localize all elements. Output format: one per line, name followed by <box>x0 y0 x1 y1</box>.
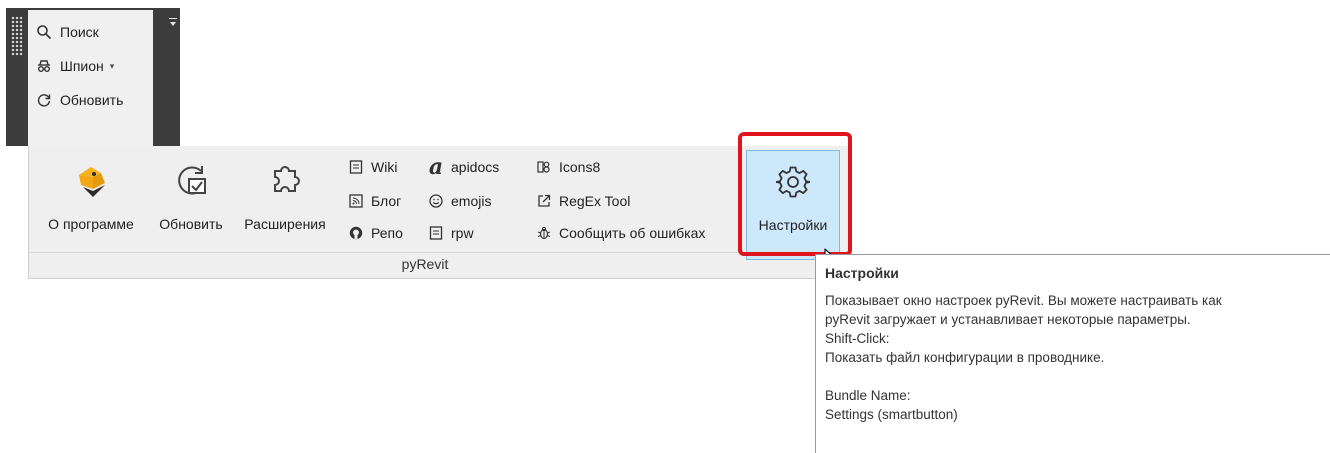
pyrevit-logo-icon <box>71 146 111 216</box>
smiley-icon <box>427 194 445 208</box>
apidocs-label: apidocs <box>451 159 500 175</box>
extensions-label: Расширения <box>244 216 326 232</box>
puzzle-icon <box>265 146 305 216</box>
regex-tool-link[interactable]: RegEx Tool <box>535 190 630 212</box>
script-a-icon: a <box>428 154 444 180</box>
search-label: Поиск <box>60 24 99 40</box>
pyrevit-ribbon-panel: О программе Обновить Расширения Wiki Бло… <box>28 146 852 279</box>
document-icon <box>347 160 365 174</box>
about-button[interactable]: О программе <box>33 146 149 254</box>
refresh-button[interactable]: Обновить <box>34 88 123 112</box>
update-icon <box>171 146 211 216</box>
rss-icon <box>347 194 365 208</box>
bug-icon <box>535 226 553 240</box>
spy-label: Шпион <box>60 58 104 74</box>
rpw-label: rpw <box>451 225 474 241</box>
document-icon <box>427 226 445 240</box>
icons8-icon <box>535 160 553 174</box>
wiki-link[interactable]: Wiki <box>347 156 397 178</box>
search-icon <box>34 24 54 40</box>
icons8-link[interactable]: Icons8 <box>535 156 600 178</box>
drag-grip-handle[interactable] <box>11 16 23 56</box>
emojis-link[interactable]: emojis <box>427 190 491 212</box>
blog-link[interactable]: Блог <box>347 190 401 212</box>
update-button[interactable]: Обновить <box>149 146 233 254</box>
github-icon <box>347 226 365 240</box>
tools-panel: Поиск Шпион ▾ Обновить <box>28 10 153 146</box>
panel-title: pyRevit <box>401 256 449 272</box>
icons8-label: Icons8 <box>559 159 601 175</box>
report-bugs-link[interactable]: Сообщить об ошибках <box>535 222 705 244</box>
search-button[interactable]: Поиск <box>34 20 99 44</box>
refresh-icon <box>34 92 54 108</box>
rpw-link[interactable]: rpw <box>427 222 474 244</box>
apidocs-link[interactable]: a apidocs <box>427 154 500 180</box>
chevron-down-icon: ▾ <box>109 60 115 71</box>
external-link-icon <box>535 194 553 208</box>
wiki-label: Wiki <box>371 159 398 175</box>
update-label: Обновить <box>159 216 223 232</box>
tooltip-line: Bundle Name: <box>825 388 911 403</box>
settings-tooltip: Настройки Показывает окно настроек pyRev… <box>815 254 1330 453</box>
repo-link[interactable]: Репо <box>347 222 403 244</box>
spy-dropdown-button[interactable]: Шпион ▾ <box>34 54 114 78</box>
blog-label: Блог <box>371 193 402 209</box>
tooltip-line: Settings (smartbutton) <box>825 407 958 422</box>
collapse-panel-button[interactable] <box>166 16 180 30</box>
tooltip-title: Настройки <box>825 265 899 281</box>
tooltip-line: Shift-Click: <box>825 331 890 346</box>
tooltip-line: Показывает окно настроек pyRevit. Вы мож… <box>825 293 1222 308</box>
refresh-label: Обновить <box>60 92 124 108</box>
report-bugs-label: Сообщить об ошибках <box>559 225 706 241</box>
regex-tool-label: RegEx Tool <box>559 193 631 209</box>
extensions-button[interactable]: Расширения <box>233 146 337 254</box>
settings-highlight-frame <box>738 132 852 256</box>
tooltip-line: pyRevit загружает и устанавливает некото… <box>825 312 1191 327</box>
tooltip-line: Показать файл конфигурации в проводнике. <box>825 350 1105 365</box>
repo-label: Репо <box>371 225 403 241</box>
emojis-label: emojis <box>451 193 492 209</box>
spy-icon <box>34 58 54 74</box>
about-label: О программе <box>48 216 134 232</box>
panel-divider <box>29 252 851 253</box>
